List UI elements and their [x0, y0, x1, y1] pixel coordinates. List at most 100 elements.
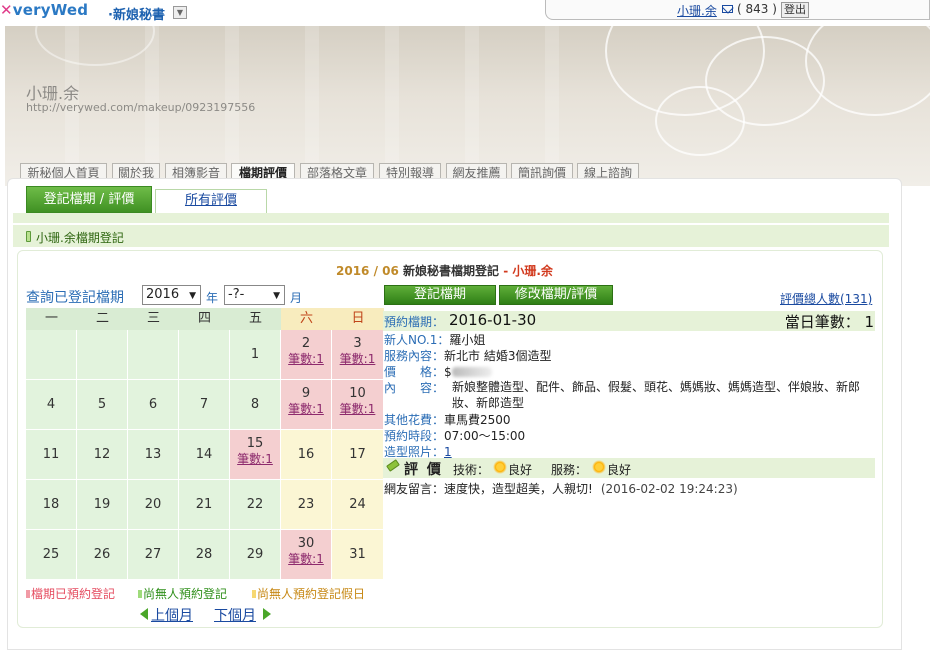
day-number: 24	[349, 497, 366, 512]
booking-count-link[interactable]: 筆數:1	[281, 550, 331, 567]
day-number: 19	[93, 497, 111, 512]
weekday-header: 日	[332, 308, 384, 330]
calendar-day-cell[interactable]: 9 筆數:1	[281, 380, 332, 430]
logo-text: veryWed	[12, 1, 89, 19]
tab-register-schedule[interactable]: 登記檔期 / 評價	[26, 186, 152, 213]
calendar-day-cell[interactable]: 3 筆數:1	[332, 330, 384, 380]
day-number: 15	[246, 436, 264, 451]
day-number: 4	[46, 397, 56, 412]
day-number: 11	[42, 447, 60, 462]
comment-date: (2016-02-02 19:24:23)	[600, 482, 738, 496]
user-name-link[interactable]: 小珊.余	[677, 2, 717, 19]
calendar-day-cell: 4	[26, 380, 77, 430]
calendar-day-cell: 24	[332, 480, 384, 530]
weekday-header: 六	[281, 308, 332, 330]
month-select-value: -?-	[228, 287, 245, 302]
photo-count-link[interactable]: 1	[444, 445, 452, 459]
calendar-day-cell: 5	[77, 380, 128, 430]
register-schedule-button[interactable]: 登記檔期	[384, 285, 496, 305]
calendar-day-cell: 23	[281, 480, 332, 530]
day-number: 1	[250, 347, 260, 362]
day-number: 3	[353, 336, 362, 351]
booking-date: 2016-01-30	[449, 311, 537, 329]
booking-count-link[interactable]: 筆數:1	[332, 350, 383, 367]
triangle-left-icon[interactable]	[140, 608, 148, 620]
day-number: 7	[199, 397, 209, 412]
day-number: 12	[93, 447, 111, 462]
calendar-day-cell	[26, 330, 77, 380]
booking-count-link[interactable]: 筆數:1	[230, 450, 280, 467]
day-number: 27	[144, 547, 162, 562]
day-number: 23	[297, 497, 315, 512]
service-label: 服務：	[551, 463, 588, 477]
tech-label: 技術：	[453, 463, 490, 477]
calendar-day-cell: 31	[332, 530, 384, 580]
day-number: 5	[97, 397, 107, 412]
calendar-day-cell: 25	[26, 530, 77, 580]
month-unit: 月	[290, 291, 303, 305]
month-select[interactable]: -?- ▼	[224, 285, 285, 305]
legend-free: 尚無人預約登記	[138, 585, 227, 602]
logout-button[interactable]: 登出	[781, 2, 809, 18]
booking-count-link[interactable]: 筆數:1	[281, 400, 331, 417]
day-number: 26	[93, 547, 111, 562]
booking-count-link[interactable]: 筆數:1	[281, 350, 331, 367]
booking-count-link[interactable]: 筆數:1	[332, 400, 383, 417]
weekday-header: 四	[179, 308, 230, 330]
weekday-header: 三	[128, 308, 179, 330]
day-number: 14	[195, 447, 213, 462]
detail-price-label: 價 格：	[384, 365, 445, 379]
calendar-day-cell[interactable]: 30 筆數:1	[281, 530, 332, 580]
detail-content-value: 新娘整體造型、配件、飾品、假髮、頭花、媽媽妝、媽媽造型、伴娘妝、新郎妝、新郎造型	[452, 380, 861, 410]
calendar-day-cell[interactable]: 10 筆數:1	[332, 380, 384, 430]
detail-time-value: 07:00～15:00	[444, 429, 526, 443]
mail-icon[interactable]	[722, 5, 733, 13]
modify-schedule-button[interactable]: 修改檔期/評價	[499, 285, 613, 305]
daily-count: 當日筆數： 1	[784, 313, 874, 331]
logo-x-icon: ✕	[0, 1, 13, 19]
detail-other-label: 其他花費：	[384, 413, 445, 427]
redacted-price	[451, 367, 492, 377]
verywed-logo[interactable]: ✕veryWed	[0, 1, 88, 19]
month-title: 2016 / 06 新娘秘書檔期登記 - 小珊.余	[336, 262, 553, 279]
service-menu-label[interactable]: ·新娘秘書	[108, 4, 165, 23]
chevron-down-icon: ▼	[273, 291, 280, 301]
legend-booked: 檔期已預約登記	[26, 585, 115, 602]
weekday-header: 二	[77, 308, 128, 330]
calendar-day-cell: 8	[230, 380, 281, 430]
legend-holiday: 尚無人預約登記假日	[252, 585, 365, 602]
prev-month-link[interactable]: 上個月	[151, 605, 193, 625]
calendar-day-cell: 12	[77, 430, 128, 480]
detail-price-value: $	[444, 365, 452, 379]
calendar-day-cell: 13	[128, 430, 179, 480]
calendar-day-cell: 7	[179, 380, 230, 430]
tab-all-reviews[interactable]: 所有評價	[155, 189, 267, 213]
next-month-link[interactable]: 下個月	[214, 605, 256, 625]
weekday-header: 五	[230, 308, 281, 330]
day-number: 2	[301, 336, 311, 351]
legend-holiday-swatch	[252, 590, 256, 598]
calendar-day-cell: 17	[332, 430, 384, 480]
total-reviews-link[interactable]: 評價總人數(131)	[780, 290, 872, 307]
sun-icon	[493, 460, 507, 474]
day-number: 22	[246, 497, 264, 512]
user-comment: 網友留言：速度快，造型超美，人親切! (2016-02-02 19:24:23)	[384, 480, 738, 497]
owner-url: http://verywed.com/makeup/0923197556	[26, 101, 256, 114]
calendar-day-cell[interactable]: 15 筆數:1	[230, 430, 281, 480]
month-title-date: 2016 / 06	[336, 264, 399, 278]
calendar-day-cell: 21	[179, 480, 230, 530]
decor-swirl	[35, 26, 155, 66]
calendar-day-cell[interactable]: 2 筆數:1	[281, 330, 332, 380]
calendar-day-cell: 16	[281, 430, 332, 480]
calendar-day-cell: 19	[77, 480, 128, 530]
legend-booked-swatch	[26, 590, 30, 598]
detail-service-label: 服務內容：	[384, 349, 445, 363]
decor-swirl	[655, 86, 745, 156]
detail-service-value: 新北市 結婚3個造型	[444, 349, 552, 363]
chevron-down-icon[interactable]: ▼	[173, 6, 187, 19]
year-select[interactable]: 2016 ▼	[142, 285, 201, 305]
calendar-day-cell	[179, 330, 230, 380]
triangle-right-icon[interactable]	[263, 608, 271, 620]
detail-other-value: 車馬費2500	[444, 413, 511, 427]
decor-swirl	[805, 26, 930, 116]
